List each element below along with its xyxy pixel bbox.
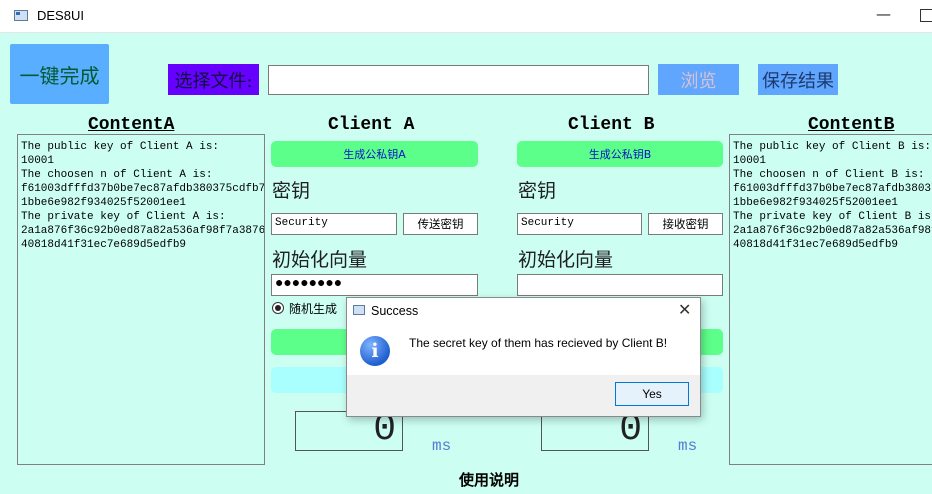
client-b-timer-display: 0 <box>541 411 649 451</box>
app-window-icon <box>14 10 28 21</box>
client-a-key-label: 密钥 <box>272 180 311 202</box>
one-click-button[interactable]: 一键完成 <box>10 44 109 104</box>
client-b-iv-label: 初始化向量 <box>518 249 614 271</box>
random-generate-radio[interactable] <box>272 302 284 314</box>
select-file-label: 选择文件: <box>168 64 259 95</box>
client-b-key-label: 密钥 <box>518 180 557 202</box>
file-path-input[interactable] <box>268 65 649 95</box>
client-b-timer-unit: ms <box>678 437 698 455</box>
content-a-textbox[interactable]: The public key of Client A is: 10001 The… <box>17 134 265 465</box>
background-window-edge <box>0 50 8 130</box>
client-a-timer-display: 0 <box>295 411 403 451</box>
client-a-iv-label: 初始化向量 <box>272 249 368 271</box>
maximize-icon[interactable] <box>920 9 932 22</box>
dialog-title: Success <box>371 304 419 318</box>
client-a-heading: Client A <box>328 115 415 135</box>
content-b-textbox[interactable]: The public key of Client B is: 10001 The… <box>729 134 932 465</box>
yes-button[interactable]: Yes <box>615 382 689 406</box>
close-icon[interactable]: ✕ <box>678 300 691 319</box>
info-icon: i <box>360 336 390 366</box>
random-generate-label: 随机生成 <box>289 302 338 316</box>
generate-keys-b-button[interactable]: 生成公私钥B <box>517 141 723 167</box>
receive-key-button[interactable]: 接收密钥 <box>648 213 723 235</box>
save-result-button[interactable]: 保存结果 <box>758 64 838 95</box>
window-title: DES8UI <box>37 8 84 23</box>
help-link[interactable]: 使用说明 <box>459 469 519 490</box>
title-bar: DES8UI — <box>0 0 932 33</box>
minimize-icon[interactable]: — <box>876 5 891 23</box>
client-a-key-input[interactable]: Security <box>271 213 397 235</box>
content-b-heading: ContentB <box>808 115 895 135</box>
send-key-button[interactable]: 传送密钥 <box>403 213 478 235</box>
success-dialog: Success ✕ i The secret key of them has r… <box>346 297 701 417</box>
client-b-iv-input[interactable] <box>517 274 723 296</box>
generate-keys-a-button[interactable]: 生成公私钥A <box>271 141 478 167</box>
dialog-window-icon <box>353 305 365 315</box>
content-a-heading: ContentA <box>88 115 175 135</box>
client-b-heading: Client B <box>568 115 655 135</box>
browse-button[interactable]: 浏览 <box>658 64 739 95</box>
client-a-iv-input[interactable]: ●●●●●●●● <box>271 274 478 296</box>
client-b-key-input[interactable]: Security <box>517 213 642 235</box>
client-a-timer-unit: ms <box>432 437 452 455</box>
dialog-message: The secret key of them has recieved by C… <box>409 336 668 350</box>
